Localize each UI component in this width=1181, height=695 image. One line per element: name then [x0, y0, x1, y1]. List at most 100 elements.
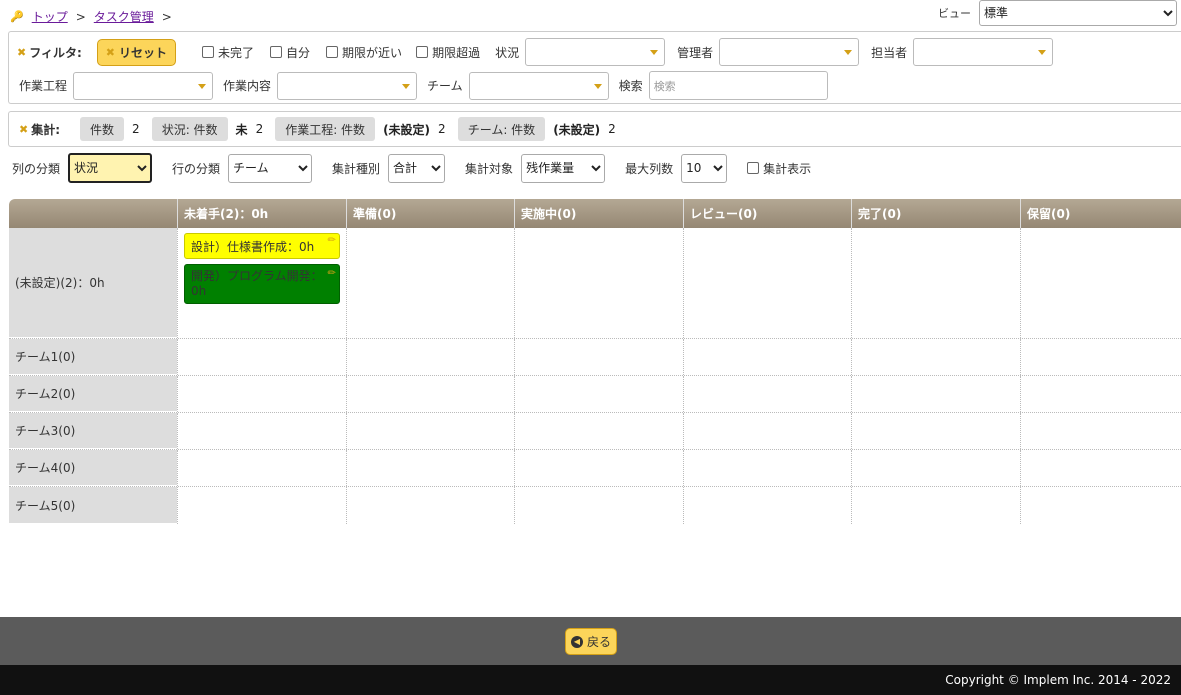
kanban-cell[interactable] — [346, 228, 514, 338]
aggregate-count: 2 — [438, 122, 446, 136]
aggregate-title[interactable]: ✖ 集計: — [19, 121, 60, 138]
manager-filter-label: 管理者 — [677, 45, 714, 60]
kanban-cell[interactable] — [177, 487, 346, 524]
row-class-select[interactable]: チーム — [228, 153, 313, 183]
search-label: 検索 — [618, 79, 643, 93]
kanban-cell[interactable] — [514, 450, 683, 486]
kanban-cell[interactable] — [346, 413, 514, 449]
kanban-cell[interactable] — [683, 339, 851, 375]
max-cols-select[interactable]: 10 — [681, 153, 728, 183]
kanban-cell[interactable] — [514, 376, 683, 412]
kanban-cell[interactable] — [851, 339, 1020, 375]
task-card[interactable]: 設計）仕様書作成：0h ✏ — [184, 233, 340, 259]
kanban-cell[interactable] — [683, 376, 851, 412]
kanban-cell[interactable] — [346, 487, 514, 524]
edit-pencil-icon[interactable]: ✏ — [328, 266, 336, 281]
checkbox-box[interactable] — [747, 162, 760, 174]
reset-icon: ✖ — [105, 45, 115, 59]
manager-filter-dropdown[interactable] — [719, 38, 860, 66]
kanban-cell[interactable] — [514, 487, 683, 524]
kanban-options: 列の分類 状況 行の分類 チーム 集計種別 合計 集計対象 残作業量 最大列数 … — [12, 153, 811, 183]
kanban-cell[interactable] — [683, 228, 851, 338]
row-header: チーム1(0) — [9, 339, 177, 375]
back-button[interactable]: ◀ 戻る — [565, 628, 617, 655]
incomplete-checkbox[interactable]: 未完了 — [202, 44, 254, 61]
task-card-title: 設計）仕様書作成：0h — [191, 240, 315, 254]
view-select[interactable]: 標準 — [979, 0, 1177, 26]
filter-panel: ✖ フィルタ: ✖ リセット 未完了 自分 期限が近い 期限超過 状況 管理者 … — [8, 31, 1181, 104]
kanban-cell[interactable] — [346, 376, 514, 412]
kanban-row: チーム5(0) — [9, 487, 1181, 524]
kanban-cell[interactable] — [851, 450, 1020, 486]
reset-button[interactable]: ✖ リセット — [96, 38, 177, 66]
kanban-cell[interactable] — [346, 339, 514, 375]
kanban-cell[interactable] — [1020, 376, 1181, 412]
show-agg-checkbox[interactable]: 集計表示 — [747, 160, 811, 177]
kanban-header: 未着手(2)：0h 準備(0) 実施中(0) レビュー(0) 完了(0) 保留(… — [9, 199, 1181, 228]
status-filter-dropdown[interactable] — [525, 38, 666, 66]
column-class-select[interactable]: 状況 — [68, 153, 153, 183]
checkbox-box[interactable] — [202, 46, 215, 58]
show-agg-label: 集計表示 — [763, 161, 812, 176]
kanban-cell[interactable] — [177, 450, 346, 486]
dropdown-caret-icon — [844, 50, 853, 55]
team-filter-dropdown[interactable] — [468, 71, 609, 100]
kanban-row: チーム2(0) — [9, 376, 1181, 413]
copyright-footer: Copyright © Implem Inc. 2014 - 2022 — [0, 665, 1181, 695]
column-header: 準備(0) — [346, 199, 514, 228]
agg-type-select[interactable]: 合計 — [388, 153, 446, 183]
collapse-icon: ✖ — [17, 45, 27, 59]
filter-title[interactable]: ✖ フィルタ: — [17, 44, 82, 61]
overdue-checkbox[interactable]: 期限超過 — [416, 44, 480, 61]
edit-pencil-icon[interactable]: ✏ — [328, 235, 336, 246]
kanban-row: チーム1(0) — [9, 339, 1181, 376]
breadcrumb-separator: > — [161, 9, 172, 24]
breadcrumb-top-link[interactable]: トップ — [32, 8, 68, 25]
kanban-cell[interactable] — [177, 413, 346, 449]
row-header: チーム2(0) — [9, 376, 177, 412]
kanban-cell[interactable] — [514, 413, 683, 449]
kanban-cell[interactable]: 設計）仕様書作成：0h ✏ 開発）プログラム開発：0h ✏ — [177, 228, 346, 338]
column-header: 実施中(0) — [514, 199, 683, 228]
breadcrumb-task-link[interactable]: タスク管理 — [94, 8, 154, 25]
kanban-cell[interactable] — [346, 450, 514, 486]
kanban-cell[interactable] — [1020, 228, 1181, 338]
aggregate-value: (未設定) — [553, 122, 601, 137]
kanban-cell[interactable] — [851, 376, 1020, 412]
checkbox-box[interactable] — [416, 46, 429, 58]
process-filter-dropdown[interactable] — [73, 71, 214, 100]
view-label: ビュー — [938, 7, 971, 20]
column-header: レビュー(0) — [683, 199, 851, 228]
checkbox-box[interactable] — [326, 46, 339, 58]
owner-filter-dropdown[interactable] — [913, 38, 1054, 66]
back-label: 戻る — [586, 635, 611, 649]
kanban-cell[interactable] — [514, 339, 683, 375]
kanban-cell[interactable] — [851, 413, 1020, 449]
kanban-cell[interactable] — [1020, 487, 1181, 524]
agg-target-select[interactable]: 残作業量 — [521, 153, 606, 183]
kanban-cell[interactable] — [851, 487, 1020, 524]
breadcrumb-separator: > — [75, 9, 86, 24]
checkbox-box[interactable] — [270, 46, 283, 58]
search-input[interactable]: 検索 — [648, 71, 828, 100]
aggregate-value: 未 — [235, 122, 248, 137]
task-card[interactable]: 開発）プログラム開発：0h ✏ — [184, 264, 340, 304]
kanban-cell[interactable] — [177, 339, 346, 375]
kanban-cell[interactable] — [683, 450, 851, 486]
kanban-cell[interactable] — [1020, 413, 1181, 449]
row-header: チーム3(0) — [9, 413, 177, 449]
kanban-row: (未設定)(2)：0h 設計）仕様書作成：0h ✏ 開発）プログラム開発：0h … — [9, 228, 1181, 339]
owner-filter-label: 担当者 — [871, 45, 908, 60]
kanban-cell[interactable] — [177, 376, 346, 412]
agg-type-label: 集計種別 — [332, 161, 381, 176]
kanban-cell[interactable] — [1020, 450, 1181, 486]
self-checkbox[interactable]: 自分 — [270, 44, 310, 61]
dropdown-caret-icon — [1038, 50, 1047, 55]
kanban-cell[interactable] — [1020, 339, 1181, 375]
kanban-cell[interactable] — [683, 413, 851, 449]
kanban-cell[interactable] — [683, 487, 851, 524]
near-due-checkbox[interactable]: 期限が近い — [326, 44, 402, 61]
content-filter-dropdown[interactable] — [277, 71, 418, 100]
kanban-cell[interactable] — [851, 228, 1020, 338]
kanban-cell[interactable] — [514, 228, 683, 338]
